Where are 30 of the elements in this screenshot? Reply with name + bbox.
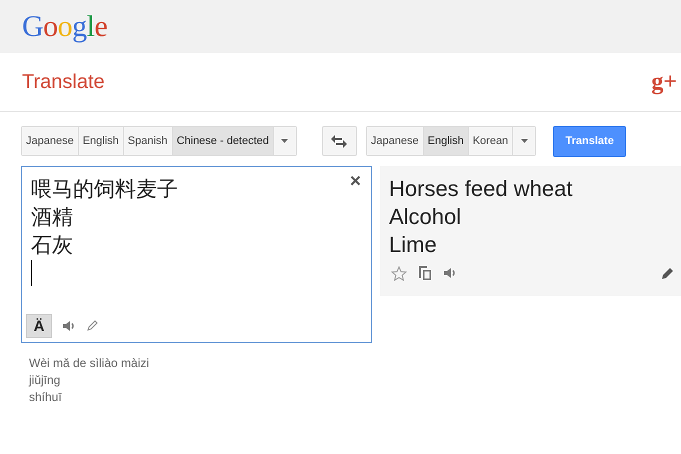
copy-icon[interactable] — [418, 265, 432, 281]
pencil-icon[interactable] — [86, 320, 98, 332]
keyboard-button[interactable]: Ä — [26, 314, 52, 338]
source-text-line: 酒精 — [31, 204, 73, 231]
source-text-field[interactable]: 喂马的饲料麦子 酒精 石灰 × Ä — [21, 166, 372, 343]
caret-icon — [520, 139, 528, 143]
language-tab[interactable]: Chinese - detected — [172, 127, 274, 155]
star-icon[interactable] — [391, 266, 407, 280]
language-tab[interactable]: Japanese — [366, 127, 424, 155]
google-logo[interactable]: Google — [22, 10, 108, 44]
clear-button[interactable]: × — [350, 171, 361, 193]
source-text-line: 喂马的饲料麦子 — [31, 176, 178, 203]
speaker-icon[interactable] — [62, 320, 76, 332]
text-cursor — [31, 260, 32, 286]
romanization-line: Wèi mǎ de sìliào màizi — [29, 355, 150, 372]
caret-icon — [281, 139, 288, 143]
romanization-line: jiǔjīng — [29, 372, 60, 389]
pencil-icon[interactable] — [661, 266, 675, 280]
language-tab[interactable]: English — [424, 127, 469, 155]
source-text-line: 石灰 — [31, 232, 73, 259]
translation-line: Horses feed wheat — [389, 175, 572, 203]
swap-languages-button[interactable] — [322, 126, 357, 156]
google-plus-link[interactable]: g+ — [651, 68, 677, 96]
romanization-line: shíhuī — [29, 389, 62, 406]
speaker-icon[interactable] — [443, 267, 457, 279]
language-tab[interactable]: Japanese — [22, 127, 79, 155]
page-title: Translate — [22, 70, 105, 94]
translation-line: Alcohol — [389, 203, 462, 231]
swap-arrows-icon — [331, 134, 348, 148]
translation-line: Lime — [389, 231, 437, 259]
